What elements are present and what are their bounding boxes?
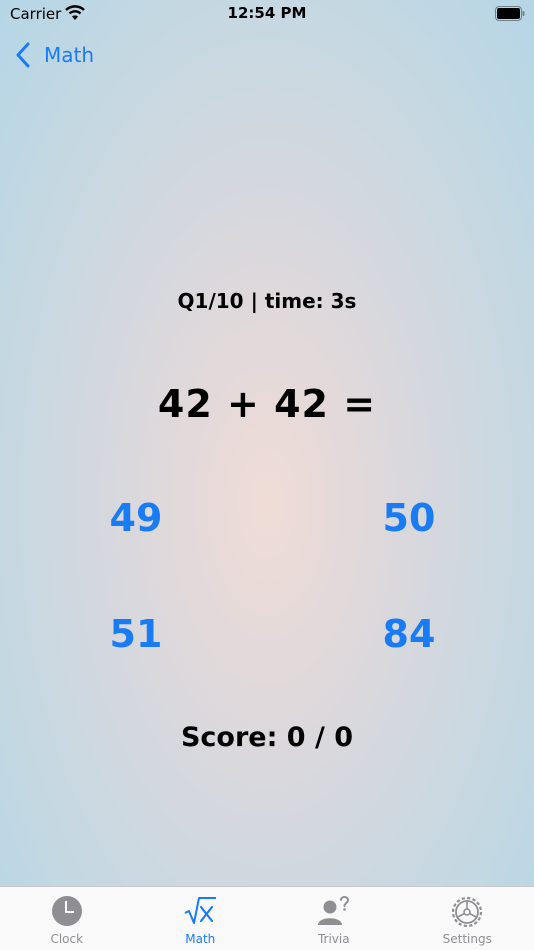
tab-bar: Clock Math Trivia Settings: [0, 886, 534, 950]
square-root-icon: [184, 897, 217, 924]
tab-clock[interactable]: Clock: [0, 887, 134, 950]
tab-settings-label: Settings: [442, 932, 492, 946]
answer-option-4[interactable]: 84: [364, 612, 454, 656]
status-time: 12:54 PM: [227, 4, 307, 22]
score-label: Score: 0 / 0: [180, 722, 354, 753]
back-button-label: Math: [44, 43, 95, 67]
tab-settings[interactable]: Settings: [401, 887, 534, 950]
clock-icon: [51, 896, 82, 926]
person-question-icon: [317, 896, 349, 925]
gear-icon: [452, 896, 483, 928]
status-bar: Carrier 12:54 PM: [0, 0, 534, 30]
tab-clock-label: Clock: [50, 932, 84, 946]
tab-math[interactable]: Math: [134, 887, 268, 950]
tab-trivia[interactable]: Trivia: [267, 887, 401, 950]
back-button[interactable]: Math: [15, 40, 94, 70]
chevron-left-icon: [16, 42, 30, 68]
tab-trivia-label: Trivia: [317, 932, 350, 946]
equation: 42 + 42 =: [157, 382, 377, 426]
tab-math-label: Math: [185, 932, 216, 946]
answer-option-1[interactable]: 49: [91, 496, 181, 540]
answer-option-2[interactable]: 50: [364, 496, 454, 540]
battery-icon: [495, 6, 525, 21]
answer-option-3[interactable]: 51: [91, 612, 181, 656]
question-status: Q1/10 | time: 3s: [177, 289, 357, 313]
